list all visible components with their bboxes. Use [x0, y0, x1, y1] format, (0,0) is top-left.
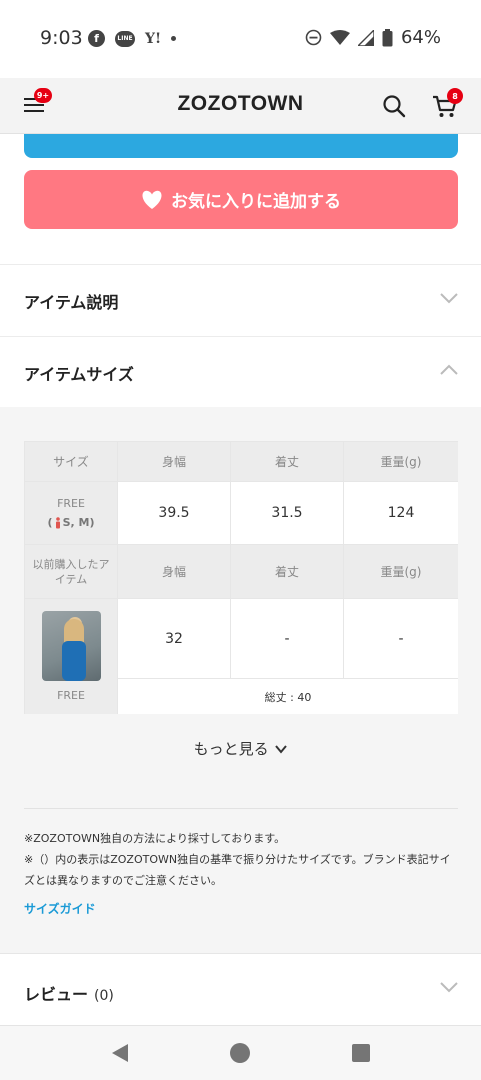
- size-name: FREE: [57, 497, 85, 510]
- show-more-button[interactable]: もっと見る: [0, 738, 481, 759]
- add-favorite-label: お気に入りに追加する: [171, 192, 341, 212]
- table-cell: 124: [344, 482, 458, 545]
- review-title: レビュー (0): [24, 985, 114, 1004]
- dot-icon: [171, 36, 177, 41]
- table-header: 身幅: [118, 545, 231, 599]
- table-cell: 39.5: [118, 482, 231, 545]
- battery-percent: 64%: [400, 27, 441, 48]
- divider: [24, 808, 458, 809]
- recents-icon[interactable]: [352, 1044, 370, 1062]
- review-count: (0): [94, 988, 114, 1004]
- add-favorite-button[interactable]: お気に入りに追加する: [24, 170, 458, 229]
- table-header: 重量(g): [344, 442, 458, 482]
- table-header: 着丈: [231, 545, 344, 599]
- total-length-cell: 総丈 : 40: [118, 679, 458, 714]
- table-header: サイズ: [25, 442, 118, 482]
- chevron-down-icon: [440, 982, 458, 993]
- search-button[interactable]: [382, 94, 406, 118]
- table-cell: -: [231, 599, 344, 679]
- accordion-review[interactable]: レビュー (0): [0, 953, 481, 1025]
- yahoo-icon: Y!: [145, 30, 162, 47]
- search-icon: [383, 95, 406, 118]
- size-table: サイズ 身幅 着丈 重量(g) FREE ( S, M) 39.5 31.5 1…: [24, 441, 458, 714]
- status-right: 64%: [305, 27, 441, 48]
- signal-icon: [357, 29, 374, 46]
- table-cell: -: [344, 599, 458, 679]
- line-icon: LINE: [115, 30, 135, 47]
- size-notes: ※ZOZOTOWN独自の方法により採寸しております。 ※（）内の表示はZOZOT…: [24, 828, 458, 891]
- system-nav-bar: [0, 1025, 481, 1080]
- note-line: ※ZOZOTOWN独自の方法により採寸しております。: [24, 832, 286, 845]
- back-icon[interactable]: [110, 1043, 130, 1063]
- past-purchase-header: 以前購入したアイテム: [25, 545, 118, 599]
- accordion-item-size[interactable]: アイテムサイズ: [0, 337, 481, 407]
- battery-icon: [382, 28, 393, 46]
- cart-badge: 8: [447, 88, 463, 104]
- accordion-title: アイテムサイズ: [24, 365, 134, 384]
- chevron-down-icon: [275, 745, 288, 754]
- cart-add-button[interactable]: [24, 134, 458, 158]
- past-item-cell[interactable]: FREE: [25, 599, 118, 714]
- past-item-thumbnail[interactable]: [41, 611, 101, 681]
- table-header: 身幅: [118, 442, 231, 482]
- accordion-item-description[interactable]: アイテム説明: [0, 265, 481, 335]
- chevron-down-icon: [440, 293, 458, 304]
- heart-icon: [142, 190, 162, 209]
- wifi-icon: [329, 29, 350, 45]
- zozotown-logo[interactable]: ZOZOTOWN: [0, 92, 481, 116]
- person-icon: [55, 516, 60, 528]
- table-cell: 31.5: [231, 482, 344, 545]
- past-item-size: FREE: [57, 689, 85, 702]
- facebook-icon: f: [88, 30, 105, 47]
- home-icon[interactable]: [229, 1042, 251, 1064]
- table-cell: 32: [118, 599, 231, 679]
- size-sub: ( S, M): [47, 516, 95, 529]
- accordion-title: アイテム説明: [24, 293, 119, 312]
- status-bar: 9:03 f LINE Y! 64%: [0, 0, 481, 78]
- note-line: ※（）内の表示はZOZOTOWN独自の基準で振り分けたサイズです。ブランド表記サ…: [24, 853, 451, 887]
- status-time: 9:03: [40, 27, 83, 49]
- size-label-cell: FREE ( S, M): [25, 482, 118, 545]
- table-header: 重量(g): [344, 545, 458, 599]
- dnd-icon: [305, 29, 322, 46]
- size-guide-link[interactable]: サイズガイド: [24, 900, 96, 917]
- notification-icons: f LINE Y!: [88, 30, 177, 47]
- app-header: 9+ ZOZOTOWN 8: [0, 78, 481, 134]
- chevron-up-icon: [440, 364, 458, 375]
- table-header: 着丈: [231, 442, 344, 482]
- show-more-label: もっと見る: [193, 740, 269, 758]
